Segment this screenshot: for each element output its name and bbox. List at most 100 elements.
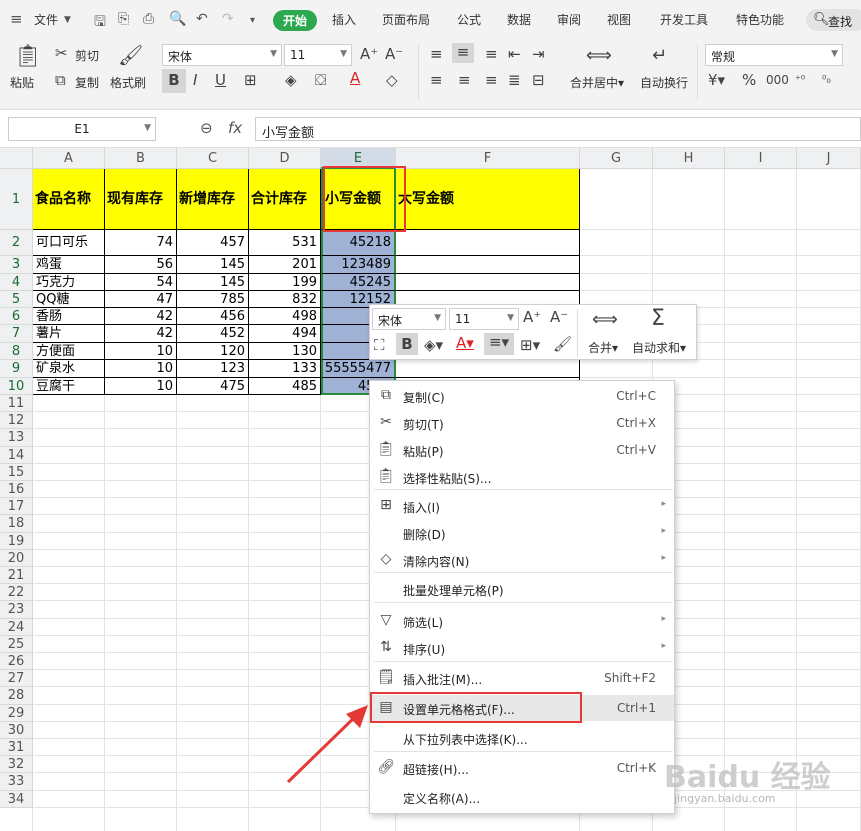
cut-button[interactable]: 剪切	[75, 47, 99, 64]
border-icon[interactable]: ⊞▾	[520, 336, 540, 354]
font-size-select[interactable]: 11 ▼	[284, 44, 352, 66]
row-header[interactable]: 7	[0, 325, 33, 343]
zoom-icon[interactable]: ⊖	[200, 119, 213, 137]
table-cell[interactable]: 42	[105, 325, 177, 343]
header-cell[interactable]: 合计库存	[249, 169, 321, 230]
tab-page-layout[interactable]: 页面布局	[382, 11, 430, 28]
file-menu[interactable]: 文件	[34, 11, 58, 28]
decrease-font-icon[interactable]: A⁻	[385, 45, 403, 63]
header-cell[interactable]: 现有库存	[105, 169, 177, 230]
table-cell[interactable]: 785	[177, 291, 249, 308]
context-menu-item[interactable]: 🗒︎ 插入批注(M)... Shift+F2	[370, 665, 674, 691]
table-cell[interactable]: 45218	[321, 230, 396, 256]
table-cell[interactable]: 531	[249, 230, 321, 256]
sum-icon[interactable]: Σ	[651, 306, 665, 331]
align-left-icon[interactable]: ≡	[430, 71, 443, 89]
row-header[interactable]: 2	[0, 230, 33, 256]
row-header[interactable]: 31	[0, 739, 33, 757]
export-icon[interactable]: ⎘	[118, 11, 129, 27]
row-header[interactable]: 29	[0, 704, 33, 722]
context-menu-item[interactable]: 批量处理单元格(P)	[370, 576, 674, 602]
row-header[interactable]: 10	[0, 378, 33, 395]
column-header[interactable]: A	[33, 148, 105, 169]
table-cell[interactable]	[396, 274, 580, 291]
row-header[interactable]: 21	[0, 567, 33, 585]
column-header[interactable]: F	[396, 148, 580, 169]
merge-icon[interactable]: ⟺	[586, 45, 612, 66]
row-header[interactable]: 3	[0, 256, 33, 274]
indent-decrease-icon[interactable]: ⇤	[508, 45, 521, 63]
align-right-icon[interactable]: ≡	[485, 71, 498, 89]
context-menu-item[interactable]: ✂ 剪切(T) Ctrl+X	[370, 410, 674, 436]
row-header[interactable]: 19	[0, 532, 33, 550]
table-cell[interactable]: 456	[177, 308, 249, 325]
context-menu-item[interactable]: ⧉ 复制(C) Ctrl+C	[370, 383, 674, 409]
paste-button[interactable]: 粘贴	[10, 74, 34, 91]
row-header[interactable]: 22	[0, 584, 33, 602]
table-cell[interactable]: 457	[177, 230, 249, 256]
table-cell[interactable]: 120	[177, 343, 249, 360]
table-cell[interactable]: 方便面	[33, 343, 105, 360]
select-icon[interactable]: ⛶	[374, 336, 385, 354]
row-header[interactable]: 25	[0, 635, 33, 653]
increase-font-icon[interactable]: A⁺	[360, 45, 378, 63]
bold-icon[interactable]: B	[162, 69, 186, 93]
select-all-corner[interactable]	[0, 148, 33, 169]
row-header[interactable]: 26	[0, 653, 33, 671]
row-header[interactable]: 4	[0, 274, 33, 291]
search-box[interactable]: 🔍︎ 查找	[806, 9, 861, 31]
table-cell[interactable]: 巧克力	[33, 274, 105, 291]
align-top-icon[interactable]: ≡	[430, 45, 443, 63]
number-format-select[interactable]: 常规 ▼	[705, 44, 843, 66]
justify-icon[interactable]: ≣	[508, 71, 521, 89]
chevron-down-icon[interactable]: ▼	[64, 15, 71, 25]
underline-icon[interactable]: U	[215, 71, 226, 89]
table-cell[interactable]	[396, 230, 580, 256]
align-middle-icon[interactable]: ≡	[452, 43, 474, 63]
decrease-font-icon[interactable]: A⁻	[550, 308, 568, 326]
wrap-text-button[interactable]: 自动换行	[640, 74, 688, 91]
column-header[interactable]: D	[249, 148, 321, 169]
undo-icon[interactable]: ↶	[196, 11, 208, 27]
mini-merge-button[interactable]: 合并▾	[588, 339, 618, 356]
bold-icon[interactable]: B	[396, 333, 418, 355]
row-header[interactable]: 20	[0, 549, 33, 567]
table-cell[interactable]: 74	[105, 230, 177, 256]
decrease-decimal-icon[interactable]: ⁰₀	[822, 73, 831, 86]
row-header[interactable]: 32	[0, 756, 33, 774]
mini-autosum-button[interactable]: 自动求和▾	[632, 339, 686, 356]
copy-button[interactable]: 复制	[75, 74, 99, 91]
table-cell[interactable]	[396, 360, 580, 378]
table-cell[interactable]: 45245	[321, 274, 396, 291]
save-icon[interactable]: 🖫	[94, 11, 106, 35]
table-cell[interactable]: 145	[177, 256, 249, 274]
column-header[interactable]: B	[105, 148, 177, 169]
column-header[interactable]: G	[580, 148, 653, 169]
column-header[interactable]: I	[725, 148, 797, 169]
tab-data[interactable]: 数据	[507, 11, 531, 28]
header-cell[interactable]: 食品名称	[33, 169, 105, 230]
column-header[interactable]: H	[653, 148, 725, 169]
table-cell[interactable]: 123	[177, 360, 249, 378]
table-cell[interactable]: 42	[105, 308, 177, 325]
context-menu-item[interactable]: ◇ 清除内容(N) ▸	[370, 547, 674, 573]
context-menu-item[interactable]: ⇅ 排序(U) ▸	[370, 635, 674, 661]
table-cell[interactable]: 145	[177, 274, 249, 291]
increase-font-icon[interactable]: A⁺	[523, 308, 541, 326]
row-header[interactable]: 24	[0, 618, 33, 636]
row-header[interactable]: 15	[0, 463, 33, 481]
align-bottom-icon[interactable]: ≡	[485, 45, 498, 63]
table-cell[interactable]: 498	[249, 308, 321, 325]
table-cell[interactable]: 55555477	[321, 360, 396, 378]
clear-format-icon[interactable]: ◇	[386, 71, 398, 89]
row-header[interactable]: 5	[0, 291, 33, 308]
table-cell[interactable]: 475	[177, 378, 249, 395]
increase-decimal-icon[interactable]: ⁺⁰	[795, 73, 805, 86]
align-center-icon[interactable]: ≡	[458, 71, 471, 89]
cut-icon[interactable]: ✂	[55, 44, 68, 62]
context-menu-item[interactable]: 📋︎ 选择性粘贴(S)...	[370, 464, 674, 490]
table-cell[interactable]: 47	[105, 291, 177, 308]
row-header[interactable]: 17	[0, 498, 33, 516]
print-icon[interactable]: ⎙	[143, 11, 154, 27]
context-menu-item[interactable]: ▽ 筛选(L) ▸	[370, 608, 674, 634]
